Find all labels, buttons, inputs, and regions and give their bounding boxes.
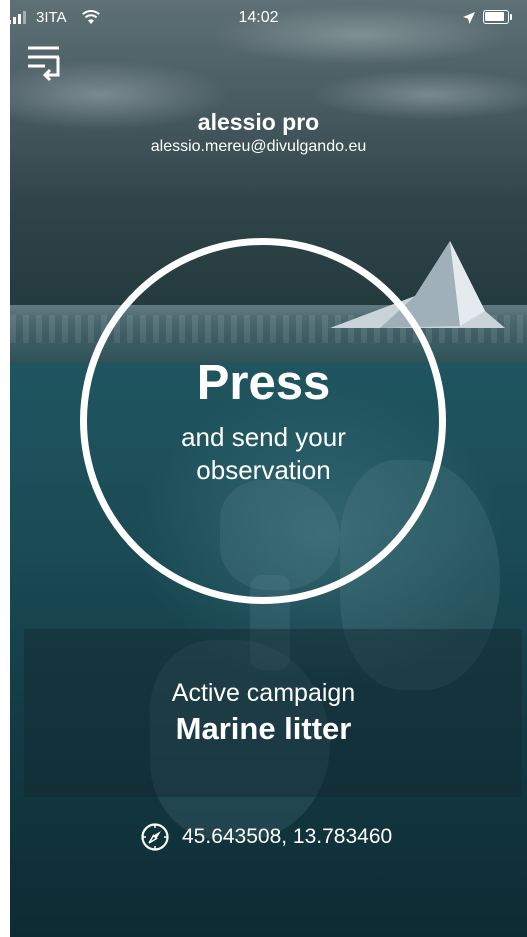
coordinates-text: 45.643508, 13.783460 [182, 825, 393, 848]
battery-icon [483, 10, 509, 24]
battery-tip [510, 14, 512, 20]
menu-icon[interactable] [25, 43, 65, 85]
user-name: alessio pro [197, 109, 320, 135]
status-bar: 3ITA 14:02 [0, 0, 517, 36]
user-info: alessio pro alessio.mereu@divulgando.eu [0, 108, 517, 158]
campaign-name: Marine litter [175, 711, 352, 746]
press-subtitle-line1: and send your [181, 422, 346, 452]
press-subtitle: and send your observation [0, 421, 527, 487]
press-title: Press [196, 356, 331, 410]
clock: 14:02 [238, 9, 279, 26]
location-arrow-icon [463, 12, 475, 24]
compass-icon [141, 823, 169, 851]
location-readout: 45.643508, 13.783460 [140, 822, 392, 852]
press-subtitle-line2: observation [196, 455, 331, 485]
user-email: alessio.mereu@divulgando.eu [150, 138, 367, 155]
campaign-label: Active campaign [171, 679, 356, 707]
